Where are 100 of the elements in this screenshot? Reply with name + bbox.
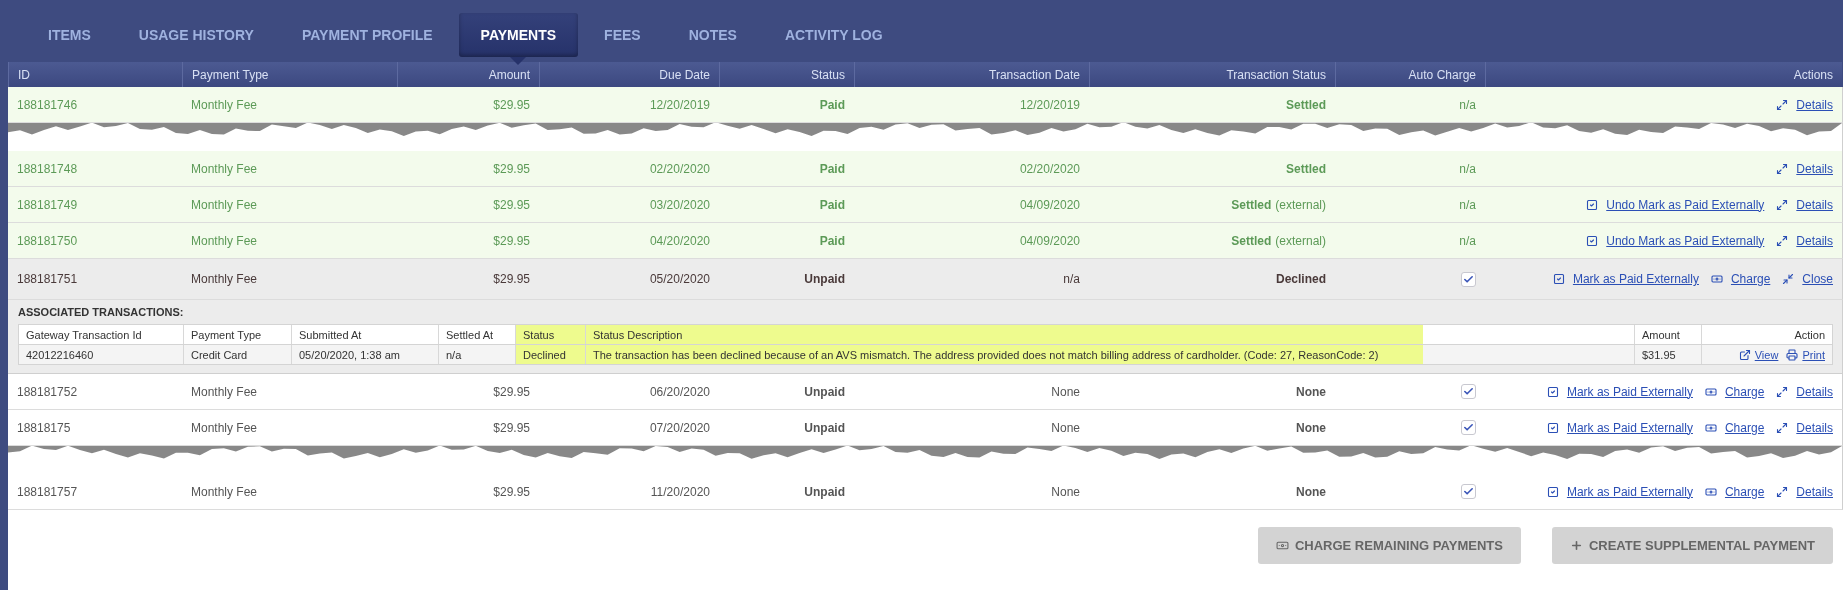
- action-link[interactable]: Close: [1802, 272, 1833, 286]
- status-text: Unpaid: [804, 484, 845, 499]
- table-cell: $29.95: [493, 384, 530, 399]
- table-cell: 12/20/2019: [649, 97, 710, 112]
- table-cell: Credit Card: [183, 345, 291, 364]
- transaction-status: Settled: [1286, 161, 1326, 176]
- transaction-status: Settled: [1231, 233, 1272, 248]
- table-cell: 188181750: [17, 233, 78, 248]
- table-cell: $29.95: [493, 484, 530, 499]
- action-button[interactable]: CHARGE REMAINING PAYMENTS: [1257, 527, 1521, 564]
- column-header: Submitted At: [291, 325, 438, 344]
- table-cell: 06/20/2020: [649, 384, 710, 399]
- table-cell: $29.95: [493, 97, 530, 112]
- table-cell: 11/20/2020: [650, 484, 710, 499]
- tab[interactable]: PAYMENT PROFILE: [279, 13, 455, 57]
- tab[interactable]: NOTES: [666, 13, 759, 57]
- column-header: Payment Type: [183, 325, 291, 344]
- checkbox-icon: [1546, 421, 1559, 434]
- table-cell: Monthly Fee: [191, 420, 258, 435]
- auto-charge-text: n/a: [1459, 161, 1476, 176]
- table-cell: Monthly Fee: [191, 384, 258, 399]
- action-button[interactable]: CREATE SUPPLEMENTAL PAYMENT: [1551, 527, 1833, 564]
- action-link[interactable]: Details: [1796, 384, 1833, 399]
- status-text: Paid: [819, 233, 845, 248]
- tab[interactable]: ITEMS: [26, 13, 113, 57]
- tab[interactable]: FEES: [582, 13, 663, 57]
- action-link[interactable]: Charge: [1724, 484, 1765, 499]
- status-text: Unpaid: [804, 420, 845, 435]
- checkbox-icon: [1552, 273, 1565, 285]
- action-link[interactable]: View: [1754, 348, 1779, 361]
- action-link[interactable]: Charge: [1724, 384, 1765, 399]
- table-cell: $29.95: [493, 420, 530, 435]
- auto-charge-text: n/a: [1459, 233, 1476, 248]
- check-icon: [1463, 386, 1474, 397]
- table-cell: 05/20/2020: [649, 272, 710, 286]
- table-cell: 04/20/2020: [649, 233, 710, 248]
- status-text: Paid: [819, 161, 845, 176]
- checkbox-icon: [1586, 234, 1599, 247]
- transaction-status: None: [1296, 384, 1326, 399]
- status-text: Unpaid: [804, 272, 845, 286]
- auto-charge-checkbox[interactable]: [1461, 384, 1476, 399]
- action-link[interactable]: Mark as Paid Externally: [1572, 272, 1699, 286]
- section-heading: ASSOCIATED TRANSACTIONS:: [18, 305, 185, 320]
- external-link-icon: [1738, 348, 1751, 361]
- table-cell: $29.95: [493, 197, 530, 212]
- table-cell: $31.95: [1634, 345, 1701, 364]
- transaction-status: Settled: [1286, 97, 1326, 112]
- action-link[interactable]: Details: [1796, 484, 1833, 499]
- tab[interactable]: ACTIVITY LOG: [762, 13, 905, 57]
- table-cell: 05/20/2020, 1:38 am: [291, 345, 438, 364]
- table-cell: Monthly Fee: [191, 484, 258, 499]
- banknote-icon: [1704, 421, 1717, 434]
- banknote-icon: [1710, 273, 1723, 285]
- table-cell: 04/09/2020: [1019, 197, 1080, 212]
- expand-icon: [1776, 234, 1789, 247]
- checkbox-icon: [1546, 385, 1559, 398]
- expand-icon: [1776, 485, 1789, 498]
- auto-charge-checkbox[interactable]: [1461, 271, 1476, 287]
- table-cell: 188181751: [17, 272, 78, 286]
- table-cell: 188181752: [17, 384, 78, 399]
- action-link[interactable]: Charge: [1724, 420, 1765, 435]
- action-link[interactable]: Details: [1796, 233, 1833, 248]
- table-cell-text: 42012216460: [25, 347, 95, 363]
- table-cell: 04/09/2020: [1019, 233, 1080, 248]
- action-link[interactable]: Undo Mark as Paid Externally: [1606, 197, 1765, 212]
- table-cell: Monthly Fee: [191, 272, 258, 286]
- table-cell: 07/20/2020: [649, 420, 710, 435]
- table-cell: 188181749: [17, 197, 78, 212]
- table-cell: 18818175: [17, 420, 71, 435]
- table-cell: Monthly Fee: [191, 197, 258, 212]
- action-link[interactable]: Details: [1796, 161, 1833, 176]
- action-link[interactable]: Details: [1796, 197, 1833, 212]
- banknote-icon: [1704, 485, 1717, 498]
- column-header: Status: [515, 325, 585, 344]
- table-cell: 188181748: [17, 161, 78, 176]
- action-link[interactable]: Print: [1802, 348, 1825, 361]
- check-icon: [1463, 422, 1474, 433]
- action-link[interactable]: Undo Mark as Paid Externally: [1606, 233, 1765, 248]
- transaction-note: (external): [1275, 197, 1326, 212]
- table-cell: The transaction has been declined because of an AVS mismatch. The address provided does not match billing address of cardholder. (Code: 27, ReasonCode: 2): [585, 345, 1423, 364]
- action-link[interactable]: Mark as Paid Externally: [1566, 384, 1693, 399]
- table-cell: $29.95: [493, 233, 530, 248]
- tab[interactable]: USAGE HISTORY: [116, 13, 276, 57]
- auto-charge-checkbox[interactable]: [1461, 420, 1476, 435]
- action-link[interactable]: Mark as Paid Externally: [1566, 484, 1693, 499]
- check-icon: [1463, 486, 1474, 497]
- table-cell: n/a: [1063, 272, 1080, 286]
- transaction-status: None: [1296, 420, 1326, 435]
- expand-icon: [1776, 421, 1789, 434]
- status-text: Paid: [819, 97, 845, 112]
- transaction-status: None: [1296, 484, 1326, 499]
- action-link[interactable]: Details: [1796, 97, 1833, 112]
- printer-icon: [1786, 348, 1799, 361]
- table-cell: $29.95: [493, 272, 530, 286]
- column-header: Amount: [1634, 325, 1701, 344]
- auto-charge-checkbox[interactable]: [1461, 484, 1476, 499]
- action-link[interactable]: Details: [1796, 420, 1833, 435]
- status-text: Unpaid: [804, 384, 845, 399]
- action-link[interactable]: Charge: [1730, 272, 1771, 286]
- action-link[interactable]: Mark as Paid Externally: [1566, 420, 1693, 435]
